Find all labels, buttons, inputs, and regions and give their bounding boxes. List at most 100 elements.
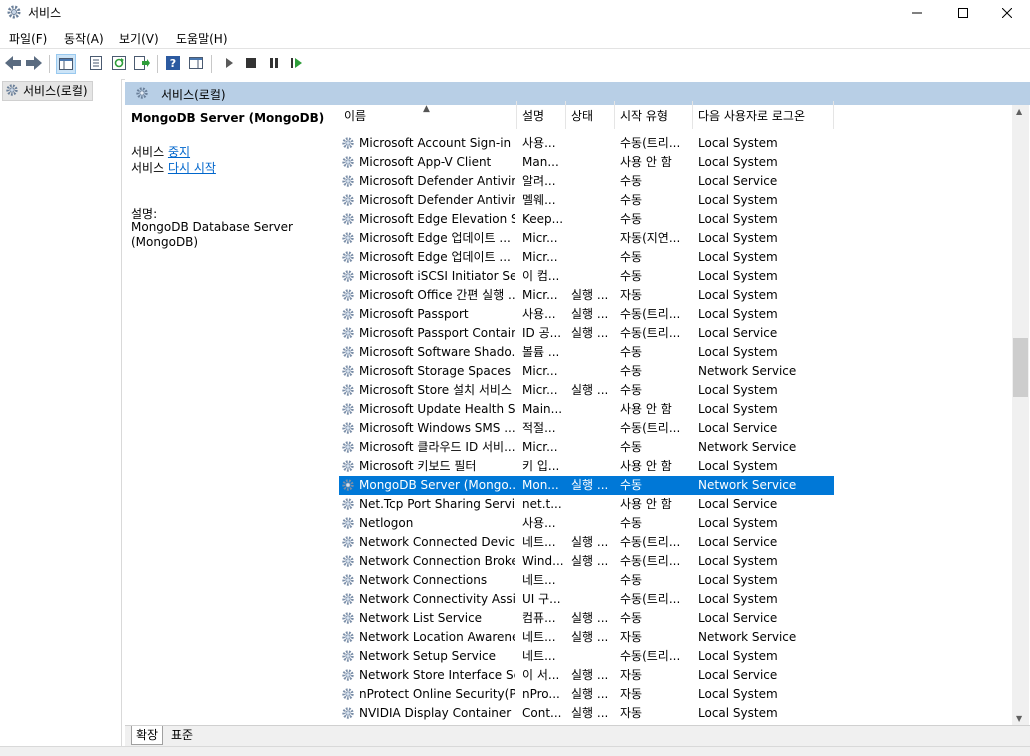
cell-description: Man... <box>522 155 559 169</box>
column-header-description[interactable]: 설명 <box>517 101 566 129</box>
table-row[interactable]: Network List Service 컴퓨... 실행 ... 수동 Local S… <box>339 609 834 628</box>
close-button[interactable] <box>984 0 1030 26</box>
scroll-down-arrow-icon[interactable]: ▼ <box>1016 714 1022 723</box>
services-list: 이름 ▲ 설명 상태 시작 유형 다음 사용자로 로그온 Microsoft Ac… <box>339 101 1013 725</box>
column-header-startup-type[interactable]: 시작 유형 <box>615 101 693 129</box>
table-row[interactable]: Microsoft Defender Antivir... 알려... 수동 Loca… <box>339 172 834 191</box>
cell-name: Microsoft Passport Container <box>359 326 515 340</box>
cell-status: 실행 ... <box>571 630 609 644</box>
column-header-log-on-as[interactable]: 다음 사용자로 로그온 <box>693 101 834 129</box>
menu-help[interactable]: 도움말(H) <box>176 30 228 47</box>
table-row[interactable]: Network Connections 네트... 수동 Local System <box>339 571 834 590</box>
table-row[interactable]: Microsoft 클라우드 ID 서비... Micr... 수동 Network … <box>339 438 834 457</box>
cell-startup-type: 사용 안 함 <box>620 402 672 416</box>
cell-status <box>571 457 614 476</box>
properties-button[interactable] <box>87 54 105 72</box>
table-row[interactable]: Microsoft Defender Antivir... 멜웨... 수동 Loca… <box>339 191 834 210</box>
menu-action[interactable]: 동작(A) <box>64 30 104 47</box>
show-action-pane-button[interactable] <box>187 54 205 72</box>
cell-description: 알려... <box>522 174 556 188</box>
table-row[interactable]: Network Connection Broker Wind... 실행 ... 수동… <box>339 552 834 571</box>
table-row[interactable]: Microsoft Passport 사용... 실행 ... 수동(트리... Loc… <box>339 305 834 324</box>
column-header-status[interactable]: 상태 <box>566 101 615 129</box>
table-row[interactable]: Microsoft Update Health S... Main... 사용 안 … <box>339 400 834 419</box>
cell-startup-type: 사용 안 함 <box>620 497 672 511</box>
show-console-tree-button[interactable] <box>56 54 76 74</box>
toolbar: ? <box>0 48 1030 80</box>
table-row[interactable]: Network Connectivity Assis... UI 구... 수동(트… <box>339 590 834 609</box>
tab-extended[interactable]: 확장 <box>131 726 164 745</box>
maximize-icon <box>958 8 968 18</box>
service-gear-icon <box>342 403 354 415</box>
stop-service-link[interactable]: 중지 <box>168 145 190 159</box>
cell-log-on-as: Local System <box>698 573 778 587</box>
table-row[interactable]: Network Setup Service 네트... 수동(트리... Local … <box>339 647 834 666</box>
service-gear-icon <box>342 137 354 149</box>
tree-item-services-local[interactable]: 서비스(로컬) <box>2 81 93 101</box>
table-row[interactable]: Microsoft iSCSI Initiator Se... 이 컴... 수동 L… <box>339 267 834 286</box>
cell-name: Network Connections <box>359 573 488 587</box>
tab-standard[interactable]: 표준 <box>167 726 197 744</box>
table-row[interactable]: Microsoft Edge 업데이트 ... Micr... 수동 Local Sy… <box>339 248 834 267</box>
menu-view[interactable]: 보기(V) <box>119 30 159 47</box>
cell-description: 네트... <box>522 630 556 644</box>
cell-status <box>571 419 614 438</box>
table-row[interactable]: MongoDB Server (Mongo... Mon... 실행 ... 수동 Ne… <box>339 476 834 495</box>
scrollbar-thumb[interactable] <box>1013 338 1028 397</box>
restart-service-link[interactable]: 다시 시작 <box>168 161 216 175</box>
export-list-button[interactable] <box>133 54 151 72</box>
cell-startup-type: 수동(트리... <box>620 421 681 435</box>
menu-file[interactable]: 파일(F) <box>9 30 47 47</box>
table-row[interactable]: Microsoft Software Shado... 볼륨 ... 수동 Local… <box>339 343 834 362</box>
cell-status <box>571 172 614 191</box>
cell-startup-type: 수동 <box>620 364 643 378</box>
service-gear-icon <box>342 384 354 396</box>
help-button[interactable]: ? <box>164 54 182 72</box>
svg-text:?: ? <box>170 57 176 70</box>
vertical-scrollbar[interactable]: ▲ ▼ <box>1012 105 1029 725</box>
stop-service-button[interactable] <box>242 54 260 72</box>
back-button[interactable] <box>4 54 22 72</box>
cell-status <box>571 248 614 267</box>
service-gear-icon <box>342 289 354 301</box>
table-row[interactable]: Microsoft Office 간편 실행 ... Micr... 실행 ... 자… <box>339 286 834 305</box>
table-row[interactable]: Network Connected Device... 네트... 실행 ... 수동… <box>339 533 834 552</box>
table-row[interactable]: NVIDIA Display Container LS Cont... 실행 ...… <box>339 704 834 723</box>
cell-startup-type: 수동 <box>620 193 643 207</box>
table-row[interactable]: Microsoft 키보드 필터 키 입... 사용 안 함 Local System <box>339 457 834 476</box>
table-row[interactable]: Microsoft Windows SMS ... 적절... 수동(트리... Lo… <box>339 419 834 438</box>
service-gear-icon <box>342 365 354 377</box>
restart-service-button[interactable] <box>288 54 306 72</box>
cell-startup-type: 수동(트리... <box>620 136 681 150</box>
table-row[interactable]: Microsoft Store 설치 서비스 Micr... 실행 ... 수동 Loc… <box>339 381 834 400</box>
maximize-button[interactable] <box>940 0 986 26</box>
table-row[interactable]: Microsoft Storage Spaces ... Micr... 수동 Net… <box>339 362 834 381</box>
table-row[interactable]: Network Location Awareness 네트... 실행 ... 자동 N… <box>339 628 834 647</box>
table-row[interactable]: Net.Tcp Port Sharing Service net.t... 사용 안… <box>339 495 834 514</box>
console-tree-icon <box>59 58 73 70</box>
action-pane-icon <box>189 57 203 69</box>
cell-status <box>571 362 614 381</box>
table-row[interactable]: Microsoft App-V Client Man... 사용 안 함 Local … <box>339 153 834 172</box>
pause-service-button[interactable] <box>265 54 283 72</box>
start-service-button[interactable] <box>220 54 238 72</box>
scroll-up-arrow-icon[interactable]: ▲ <box>1016 107 1022 116</box>
cell-status: 실행 ... <box>571 668 609 682</box>
table-row[interactable]: Microsoft Passport Container ID 공... 실행 ..… <box>339 324 834 343</box>
table-row[interactable]: nProtect Online Security(P... nPro... 실행 .… <box>339 685 834 704</box>
table-row[interactable]: Network Store Interface Se... 이 서... 실행 ..… <box>339 666 834 685</box>
refresh-button[interactable] <box>110 54 128 72</box>
forward-button[interactable] <box>25 54 43 72</box>
table-row[interactable]: Microsoft Edge Elevation S... Keep... 수동 Lo… <box>339 210 834 229</box>
cell-description: 적절... <box>522 421 556 435</box>
minimize-button[interactable] <box>894 0 940 26</box>
table-row[interactable]: Microsoft Edge 업데이트 ... Micr... 자동(지연... Lo… <box>339 229 834 248</box>
cell-description: Main... <box>522 402 563 416</box>
cell-log-on-as: Local Service <box>698 497 778 511</box>
cell-startup-type: 수동 <box>620 440 643 454</box>
column-header-name[interactable]: 이름 ▲ <box>339 101 517 129</box>
table-row[interactable]: Microsoft Account Sign-in ... 사용... 수동(트리.… <box>339 134 834 153</box>
cell-startup-type: 사용 안 함 <box>620 459 672 473</box>
table-row[interactable]: Netlogon 사용... 수동 Local System <box>339 514 834 533</box>
service-gear-icon <box>342 688 354 700</box>
